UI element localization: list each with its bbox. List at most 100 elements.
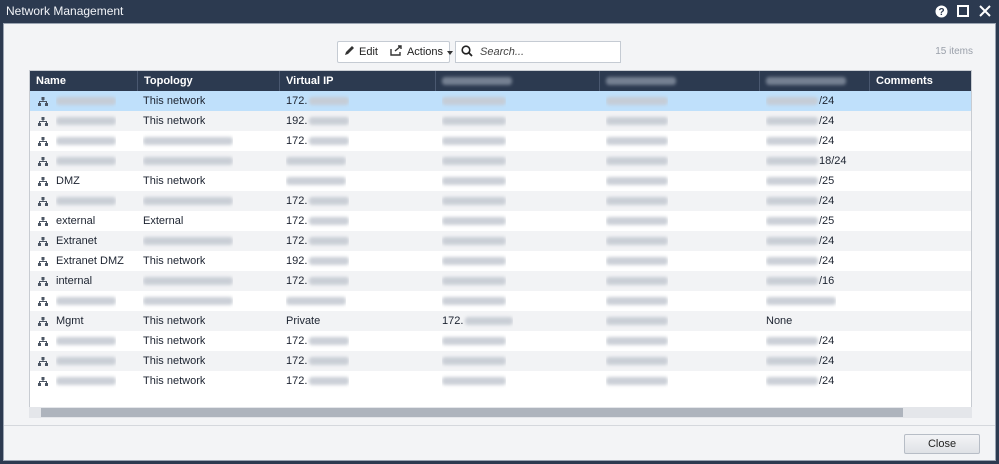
cell-text: This network: [143, 375, 206, 387]
actions-button[interactable]: Actions: [384, 42, 459, 62]
network-icon: [38, 197, 48, 209]
table-row[interactable]: internal 172. /16: [30, 271, 971, 291]
table-cell-c6: /24: [766, 91, 834, 111]
cell-text: This network: [143, 95, 206, 107]
horizontal-scrollbar[interactable]: [29, 407, 972, 418]
cell-text: external: [56, 215, 96, 227]
redacted-value: [143, 237, 233, 246]
redacted-value: [309, 337, 350, 346]
cell-text: /24: [819, 375, 835, 387]
table-row[interactable]: external External 172. /25: [30, 211, 971, 231]
table-cell-c4: [442, 151, 506, 171]
cell-text: /24: [819, 335, 835, 347]
table-row[interactable]: 18/24: [30, 151, 971, 171]
column-header-name[interactable]: Name: [30, 71, 138, 91]
table-cell-c4: [442, 211, 506, 231]
table-cell-c4: [442, 111, 506, 131]
scrollbar-thumb[interactable]: [41, 408, 903, 417]
redacted-value: [606, 257, 668, 266]
table-cell-c4: [442, 351, 506, 371]
cell-text: DMZ: [56, 175, 80, 187]
redacted-value: [56, 297, 116, 306]
table-row[interactable]: This network 172. /24: [30, 351, 971, 371]
redacted-value: [606, 297, 668, 306]
redacted-value: [56, 197, 116, 206]
maximize-icon[interactable]: [955, 3, 971, 19]
table-row[interactable]: This network 172. /24: [30, 91, 971, 111]
redacted-value: [766, 357, 818, 366]
table-row[interactable]: Extranet DMZ This network 192. /24: [30, 251, 971, 271]
cell-text: 18/24: [819, 155, 847, 167]
toolbar-button-group: Edit Actions: [337, 41, 454, 63]
table-row[interactable]: DMZ This network/25: [30, 171, 971, 191]
network-icon: [38, 337, 48, 349]
cell-text: internal: [56, 275, 93, 287]
column-header-5[interactable]: [600, 71, 760, 91]
table-cell-vip: 192.: [286, 111, 350, 131]
table-cell-name: [56, 191, 116, 211]
column-header-6[interactable]: [760, 71, 870, 91]
redacted-value: [766, 237, 818, 246]
redacted-value: [309, 197, 350, 206]
network-icon: [38, 177, 48, 189]
table-row[interactable]: This network 172. /24: [30, 371, 971, 391]
redacted-value: [143, 297, 233, 306]
table-row[interactable]: 172. /24: [30, 191, 971, 211]
close-icon[interactable]: [977, 3, 993, 19]
close-button[interactable]: Close: [904, 434, 980, 454]
table-cell-vip: 172.: [286, 91, 350, 111]
search-box: [455, 41, 621, 63]
table-row[interactable]: 172. /24: [30, 131, 971, 151]
redacted-value: [766, 97, 818, 106]
cell-text: None: [766, 315, 793, 327]
table-row[interactable]: Mgmt This network Private 172. None: [30, 311, 971, 331]
table-cell-c5: [606, 151, 668, 171]
network-icon: [38, 297, 48, 309]
cell-text: Extranet DMZ: [56, 255, 124, 267]
column-header-virtual-ip[interactable]: Virtual IP: [280, 71, 436, 91]
actions-icon: [390, 45, 403, 59]
redacted-value: [56, 377, 116, 386]
redacted-value: [286, 157, 346, 166]
table-cell-name: internal: [56, 271, 92, 291]
cell-text: 172.: [286, 355, 308, 367]
table-cell-name: [56, 131, 116, 151]
network-icon: [38, 317, 48, 329]
table-cell-name: DMZ: [56, 171, 80, 191]
cell-text: /16: [819, 275, 835, 287]
chevron-down-icon: [447, 46, 454, 58]
redacted-value: [442, 97, 506, 106]
column-header-topology[interactable]: Topology: [138, 71, 280, 91]
table-cell-c4: [442, 371, 506, 391]
table-row[interactable]: Extranet 172. /24: [30, 231, 971, 251]
table-cell-c4: [442, 231, 506, 251]
cell-text: This network: [143, 175, 206, 187]
table-row[interactable]: This network 172. /24: [30, 331, 971, 351]
redacted-value: [309, 357, 350, 366]
column-header-comments[interactable]: Comments: [870, 71, 971, 91]
cell-text: 172.: [286, 215, 308, 227]
edit-button[interactable]: Edit: [338, 42, 384, 62]
redacted-value: [442, 117, 506, 126]
redacted-value: [309, 237, 350, 246]
table-row[interactable]: This network 192. /24: [30, 111, 971, 131]
table-cell-topology: [143, 151, 233, 171]
column-header-4[interactable]: [436, 71, 600, 91]
table-row[interactable]: [30, 291, 971, 311]
table-cell-c4: [442, 131, 506, 151]
table-cell-c6: /25: [766, 211, 834, 231]
redacted-value: [442, 197, 506, 206]
table-cell-c4: 172.: [442, 311, 514, 331]
redacted-value: [606, 357, 668, 366]
cell-text: /24: [819, 195, 835, 207]
table-cell-topology: This network: [143, 111, 205, 131]
redacted-value: [766, 377, 818, 386]
help-icon[interactable]: ?: [933, 3, 949, 19]
redacted-value: [465, 317, 514, 326]
table-cell-c4: [442, 191, 506, 211]
cell-text: /24: [819, 115, 835, 127]
search-input[interactable]: [478, 45, 617, 59]
redacted-value: [442, 377, 506, 386]
table-cell-c6: /25: [766, 171, 834, 191]
cell-text: This network: [143, 115, 206, 127]
